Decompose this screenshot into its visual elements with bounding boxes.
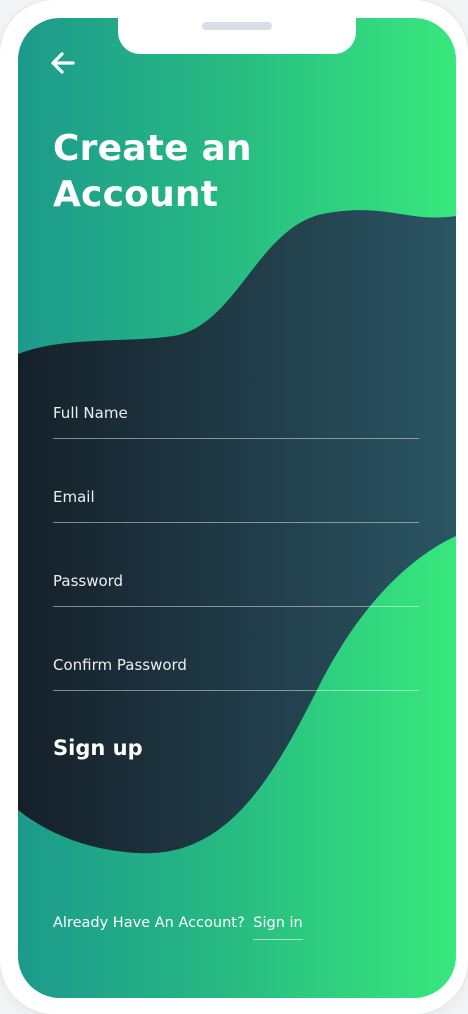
page-title: Create an Account	[53, 126, 373, 218]
phone-frame: Create an Account Sign up Already Have A…	[0, 0, 468, 1014]
speaker-grille	[202, 22, 272, 30]
email-input[interactable]	[53, 488, 419, 506]
signin-prompt: Already Have An Account? Sign in	[53, 915, 303, 940]
email-field-wrapper	[53, 478, 419, 523]
signin-prompt-text: Already Have An Account?	[53, 915, 245, 931]
full-name-input[interactable]	[53, 404, 419, 422]
page-title-line1: Create an	[53, 128, 252, 169]
page-title-line2: Account	[53, 174, 219, 215]
signin-link[interactable]: Sign in	[253, 915, 303, 940]
signup-button[interactable]: Sign up	[53, 736, 143, 760]
full-name-field-wrapper	[53, 394, 419, 439]
signup-screen: Create an Account Sign up Already Have A…	[18, 18, 456, 998]
confirm-password-field-wrapper	[53, 646, 419, 691]
confirm-password-input[interactable]	[53, 656, 419, 674]
device-notch	[118, 18, 356, 54]
arrow-left-icon	[51, 52, 75, 74]
password-input[interactable]	[53, 572, 419, 590]
password-field-wrapper	[53, 562, 419, 607]
back-button[interactable]	[48, 48, 78, 78]
